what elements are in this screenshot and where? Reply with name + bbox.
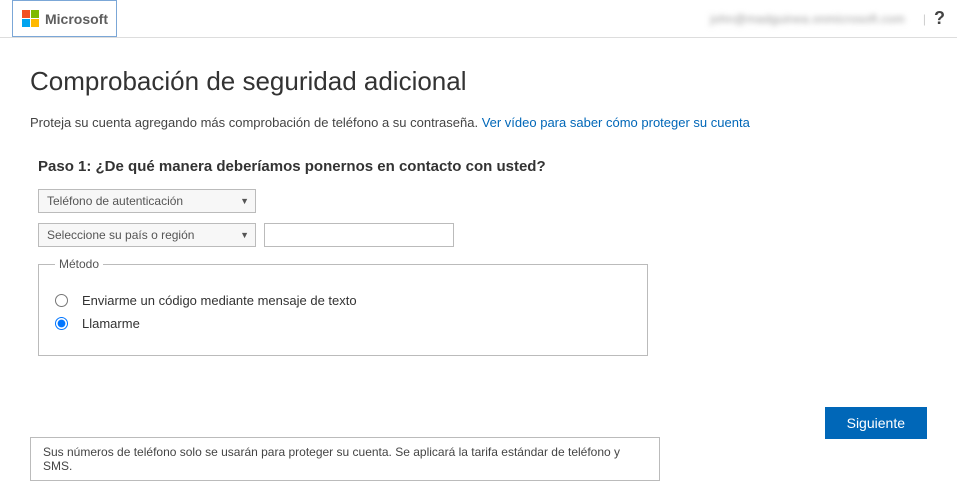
divider: | — [923, 12, 926, 26]
brand-text: Microsoft — [45, 11, 108, 27]
intro-video-link[interactable]: Ver vídeo para saber cómo proteger su cu… — [482, 115, 750, 130]
country-phone-row: Seleccione su país o región ▼ — [38, 223, 927, 247]
contact-method-select[interactable]: Teléfono de autenticación ▼ — [38, 189, 256, 213]
chevron-down-icon: ▼ — [240, 230, 249, 240]
radio-call[interactable] — [55, 317, 68, 330]
header-bar: Microsoft john@madguinea.onmicrosoft.com… — [0, 0, 957, 38]
header-right: john@madguinea.onmicrosoft.com | ? — [710, 8, 945, 29]
intro-plain: Proteja su cuenta agregando más comproba… — [30, 115, 482, 130]
country-select[interactable]: Seleccione su país o región ▼ — [38, 223, 256, 247]
user-email: john@madguinea.onmicrosoft.com — [710, 12, 905, 26]
method-fieldset: Método Enviarme un código mediante mensa… — [38, 257, 648, 356]
step1-label: Paso 1: ¿De qué manera deberíamos ponern… — [38, 158, 927, 175]
radio-sms[interactable] — [55, 294, 68, 307]
chevron-down-icon: ▼ — [240, 196, 249, 206]
contact-method-row: Teléfono de autenticación ▼ — [38, 189, 927, 213]
microsoft-logo-icon — [21, 10, 39, 28]
method-legend: Método — [55, 257, 103, 271]
intro-text: Proteja su cuenta agregando más comproba… — [30, 115, 927, 130]
help-icon[interactable]: ? — [934, 8, 945, 29]
next-button[interactable]: Siguiente — [825, 407, 927, 439]
contact-method-value: Teléfono de autenticación — [47, 194, 183, 208]
brand-area: Microsoft — [12, 0, 117, 37]
radio-sms-label: Enviarme un código mediante mensaje de t… — [82, 293, 357, 308]
page-title: Comprobación de seguridad adicional — [30, 66, 927, 97]
main-content: Comprobación de seguridad adicional Prot… — [0, 38, 957, 501]
radio-call-label: Llamarme — [82, 316, 140, 331]
disclaimer-box: Sus números de teléfono solo se usarán p… — [30, 437, 660, 481]
radio-sms-row[interactable]: Enviarme un código mediante mensaje de t… — [55, 293, 631, 308]
radio-call-row[interactable]: Llamarme — [55, 316, 631, 331]
country-select-value: Seleccione su país o región — [47, 228, 194, 242]
phone-input[interactable] — [264, 223, 454, 247]
